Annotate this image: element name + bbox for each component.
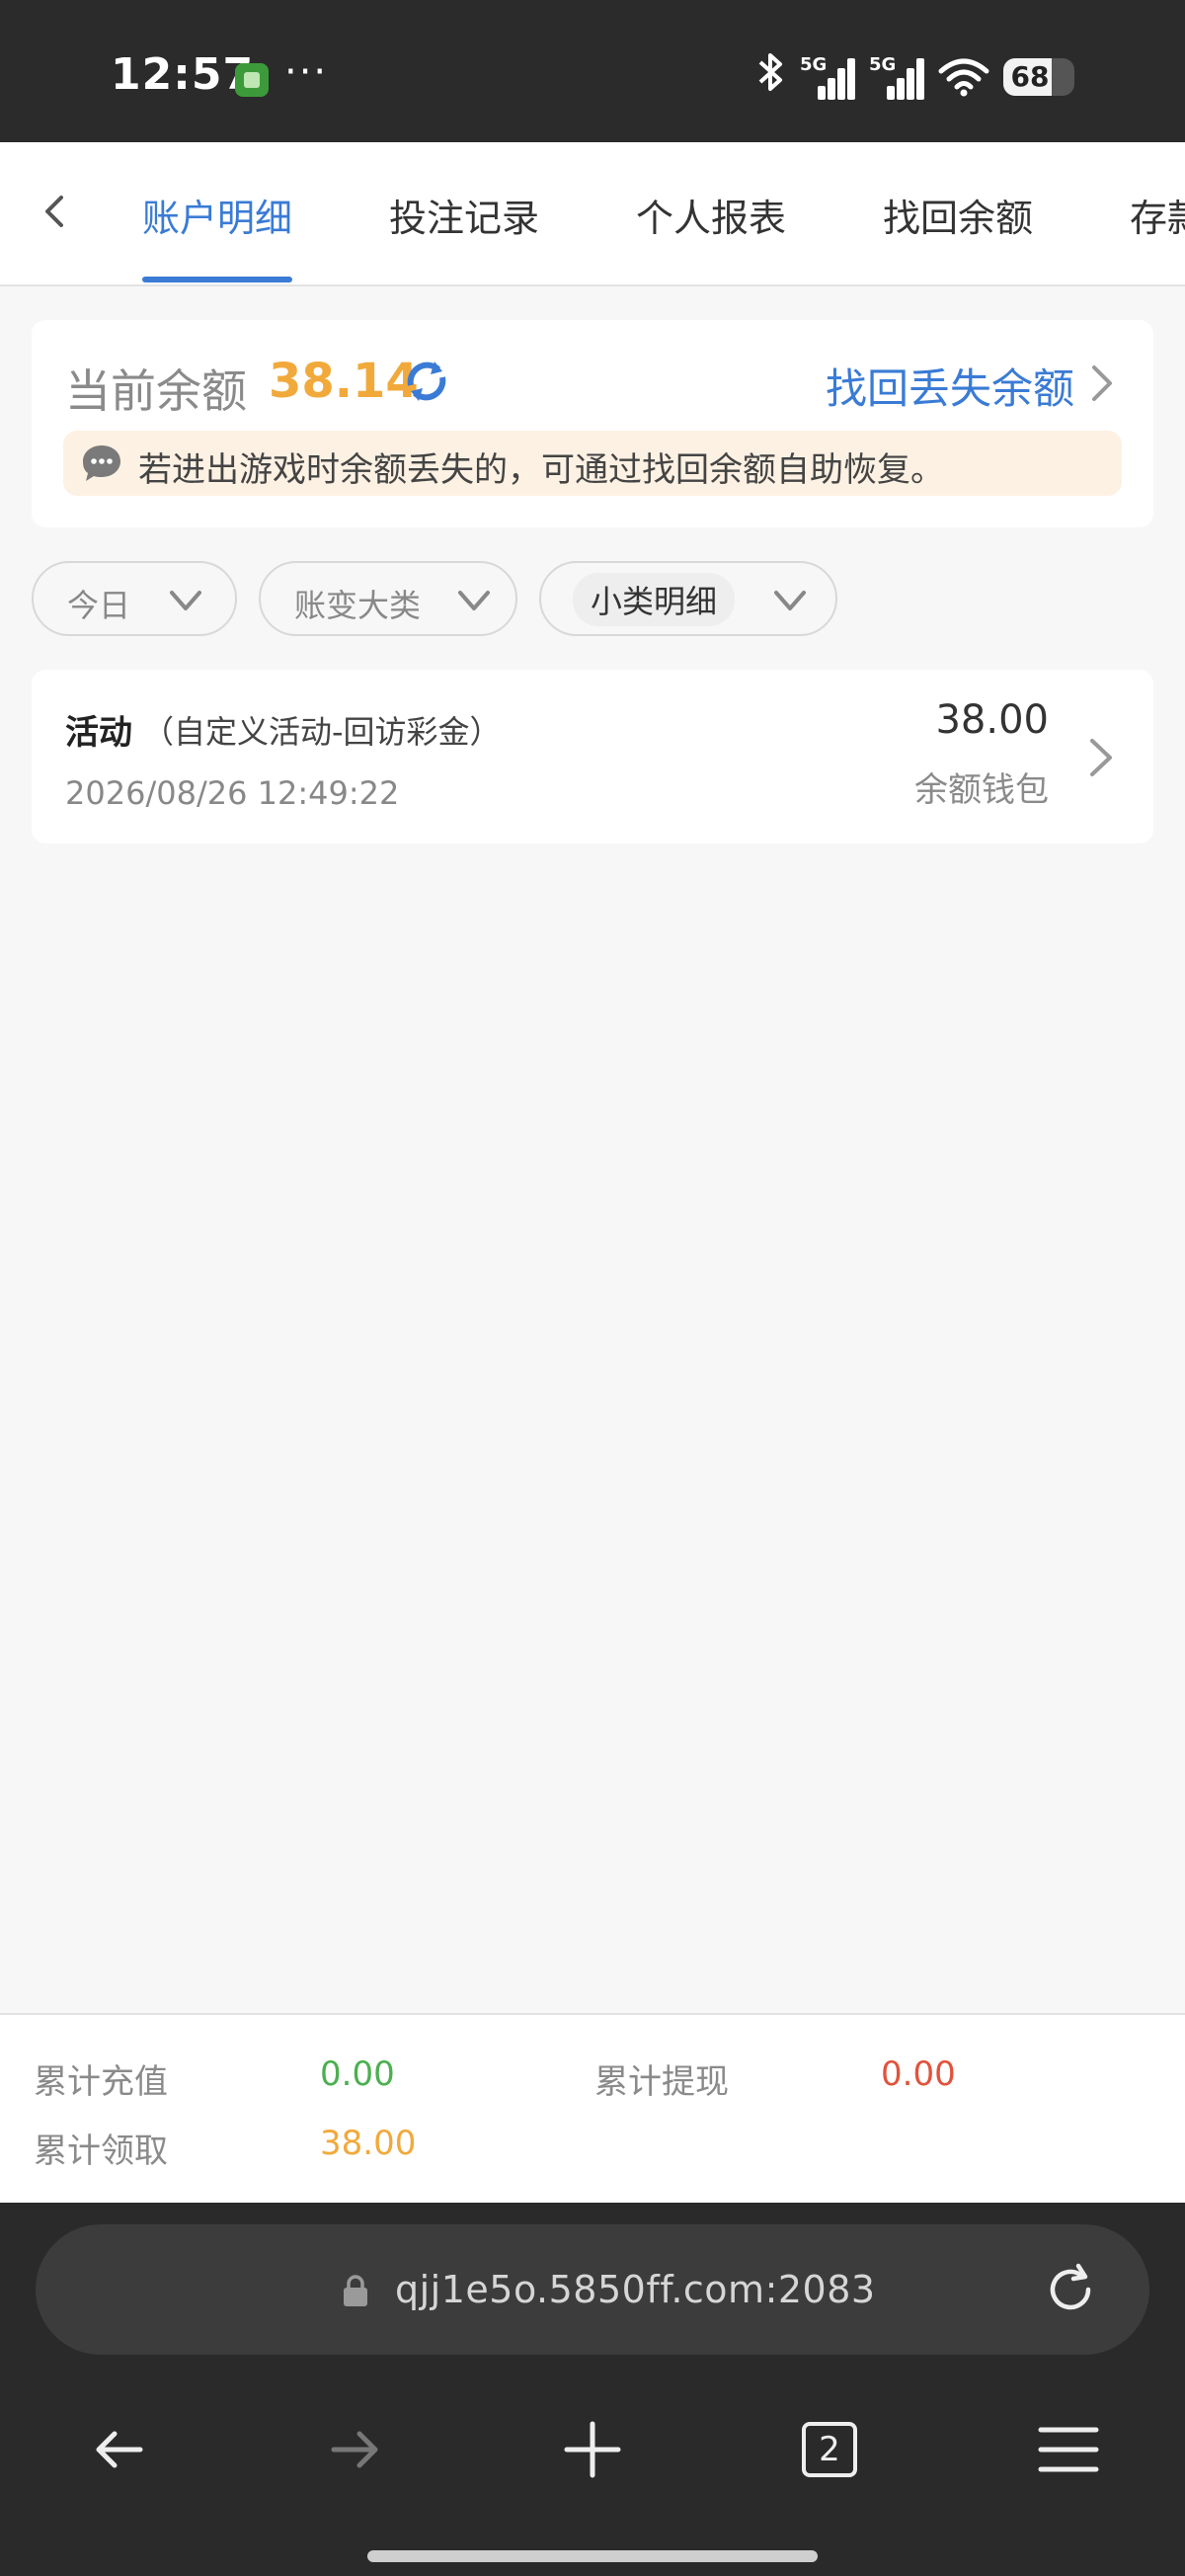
menu-icon[interactable] bbox=[1033, 2414, 1104, 2485]
balance-value: 38.14 bbox=[269, 354, 419, 409]
balance-card: 当前余额 38.14 找回丢失余额 若进出游戏时余额丢失的，可通过找回余额自助恢… bbox=[32, 320, 1153, 527]
filter-category-label: 账变大类 bbox=[294, 587, 422, 624]
forward-arrow-icon[interactable] bbox=[320, 2414, 391, 2485]
filter-subcategory[interactable]: 小类明细 bbox=[539, 561, 837, 636]
app-notification-icon bbox=[235, 63, 269, 97]
status-time: 12:57 bbox=[111, 49, 255, 100]
record-date: 2026/08/26 12:49:22 bbox=[65, 774, 400, 812]
record-amount: 38.00 bbox=[935, 697, 1049, 743]
refresh-balance-icon[interactable] bbox=[401, 356, 452, 407]
browser-toolbar: qjj1e5o.5850ff.com:2083 2 bbox=[0, 2203, 1185, 2576]
reload-icon[interactable] bbox=[1041, 2260, 1100, 2319]
total-recharge-label: 累计充值 bbox=[34, 2062, 168, 2102]
summary-panel: 累计充值 0.00 累计提现 0.00 累计领取 38.00 bbox=[0, 2013, 1185, 2203]
active-tab-indicator bbox=[142, 277, 292, 282]
status-bar: 12:57 ··· 5G 5G 68 bbox=[0, 0, 1185, 142]
tab-count: 2 bbox=[802, 2422, 857, 2477]
back-arrow-icon[interactable] bbox=[83, 2414, 154, 2485]
tab-switcher-icon[interactable]: 2 bbox=[802, 2422, 873, 2493]
wifi-icon bbox=[938, 57, 989, 97]
total-claim-value: 38.00 bbox=[320, 2124, 417, 2163]
record-type: 活动 bbox=[65, 713, 132, 753]
home-indicator[interactable] bbox=[367, 2550, 818, 2562]
address-bar[interactable]: qjj1e5o.5850ff.com:2083 bbox=[36, 2224, 1149, 2355]
chevron-right-icon[interactable] bbox=[1084, 362, 1120, 405]
tab-bet-records[interactable]: 投注记录 bbox=[389, 188, 539, 242]
total-withdraw-value: 0.00 bbox=[881, 2054, 956, 2094]
chat-bubble-icon bbox=[81, 443, 122, 483]
chevron-down-icon bbox=[166, 585, 205, 616]
tab-personal-report[interactable]: 个人报表 bbox=[636, 188, 786, 242]
bluetooth-icon bbox=[756, 51, 786, 103]
back-icon[interactable] bbox=[26, 182, 85, 241]
filter-subcategory-label: 小类明细 bbox=[573, 573, 736, 626]
signal-icon: 5G bbox=[800, 54, 855, 100]
balance-label: 当前余额 bbox=[65, 364, 247, 418]
more-notifications-icon: ··· bbox=[284, 49, 329, 95]
total-withdraw-label: 累计提现 bbox=[594, 2062, 729, 2102]
record-subtype: （自定义活动-回访彩金） bbox=[142, 713, 502, 751]
list-item[interactable]: 活动 （自定义活动-回访彩金） 2026/08/26 12:49:22 38.0… bbox=[32, 670, 1153, 844]
notice-text: 若进出游戏时余额丢失的，可通过找回余额自助恢复。 bbox=[138, 450, 944, 490]
filter-category[interactable]: 账变大类 bbox=[259, 561, 517, 636]
signal-type: 5G bbox=[800, 54, 828, 75]
signal-icon-2: 5G bbox=[869, 54, 924, 100]
new-tab-plus-icon[interactable] bbox=[557, 2414, 628, 2485]
signal-type-2: 5G bbox=[869, 54, 897, 75]
status-icons: 5G 5G 68 bbox=[756, 51, 1074, 103]
lock-icon bbox=[342, 2274, 369, 2307]
filter-date[interactable]: 今日 bbox=[32, 561, 237, 636]
record-wallet: 余额钱包 bbox=[914, 770, 1049, 810]
url-text: qjj1e5o.5850ff.com:2083 bbox=[395, 2268, 876, 2311]
recover-lost-balance-link[interactable]: 找回丢失余额 bbox=[826, 356, 1074, 416]
tab-recover-balance[interactable]: 找回余额 bbox=[883, 188, 1033, 242]
chevron-down-icon bbox=[770, 585, 810, 616]
total-recharge-value: 0.00 bbox=[320, 2054, 395, 2094]
chevron-right-icon[interactable] bbox=[1084, 733, 1118, 782]
battery-level: 68 bbox=[1010, 60, 1050, 93]
tab-deposit[interactable]: 存款 bbox=[1130, 188, 1185, 242]
battery-icon: 68 bbox=[1003, 58, 1074, 96]
tab-account-details[interactable]: 账户明细 bbox=[142, 188, 292, 242]
total-claim-label: 累计领取 bbox=[34, 2132, 168, 2171]
notice-bar: 若进出游戏时余额丢失的，可通过找回余额自助恢复。 bbox=[63, 431, 1122, 496]
chevron-down-icon bbox=[454, 585, 494, 616]
filter-date-label: 今日 bbox=[67, 587, 131, 624]
tab-bar: 账户明细 投注记录 个人报表 找回余额 存款 bbox=[0, 142, 1185, 286]
